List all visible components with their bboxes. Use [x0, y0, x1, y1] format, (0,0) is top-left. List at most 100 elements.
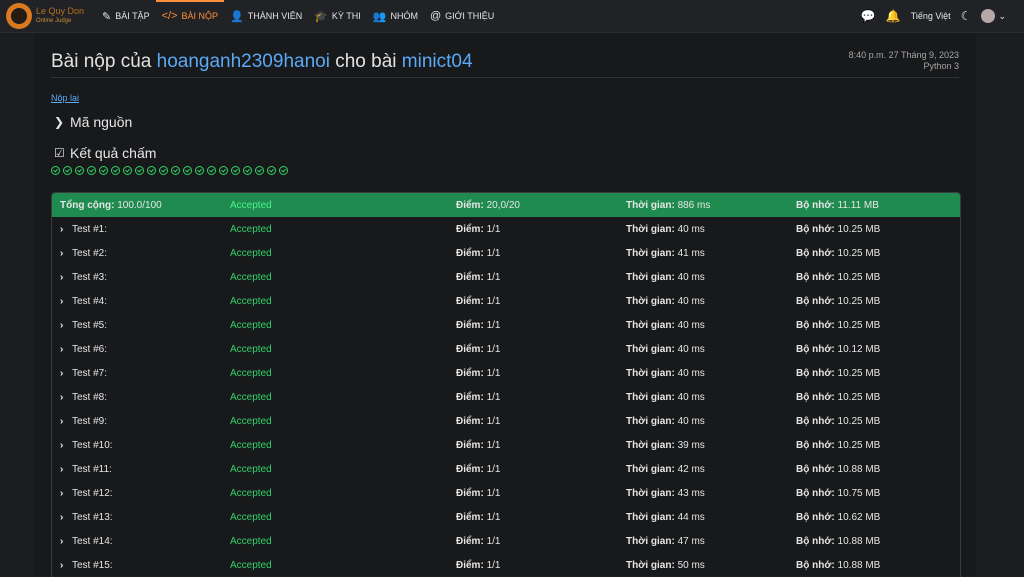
test-name: Test #7: — [72, 367, 108, 379]
test-row[interactable]: › Test #12: Accepted Điểm: 1/1 Thời gian: 43… — [52, 481, 960, 505]
check-circle-icon — [219, 166, 228, 175]
site-logo[interactable]: Le Quy Don Online Judge — [0, 0, 96, 32]
resubmit-link[interactable]: Nộp lại — [51, 93, 79, 103]
test-status: Accepted — [230, 391, 272, 403]
check-circle-icon — [195, 166, 204, 175]
time-label: Thời gian: — [626, 247, 675, 259]
chevron-right-icon: › — [60, 295, 64, 307]
test-row[interactable]: › Test #3: Accepted Điểm: 1/1 Thời gian: 40 … — [52, 265, 960, 289]
test-row[interactable]: › Test #15: Accepted Điểm: 1/1 Thời gian: 50… — [52, 553, 960, 577]
chat-icon[interactable]: 💬 — [861, 9, 876, 23]
check-circle-icon — [135, 166, 144, 175]
test-row[interactable]: › Test #14: Accepted Điểm: 1/1 Thời gian: 47… — [52, 529, 960, 553]
test-row[interactable]: › Test #9: Accepted Điểm: 1/1 Thời gian: 40 … — [52, 409, 960, 433]
summary-points-label: Điểm: — [456, 199, 484, 211]
summary-time-label: Thời gian: — [626, 199, 675, 211]
time-label: Thời gian: — [626, 559, 675, 571]
test-points: 1/1 — [486, 535, 501, 547]
test-status: Accepted — [230, 223, 272, 235]
chevron-right-icon: › — [60, 487, 64, 499]
test-row[interactable]: › Test #2: Accepted Điểm: 1/1 Thời gian: 41 … — [52, 241, 960, 265]
nav-item-4[interactable]: 🎓 KỲ THI — [308, 0, 367, 32]
test-time: 40 ms — [677, 343, 705, 355]
memory-label: Bộ nhớ: — [796, 511, 835, 523]
summary-time: 886 ms — [677, 199, 711, 211]
points-label: Điểm: — [456, 487, 484, 499]
check-circle-icon — [183, 166, 192, 175]
logo-subtitle: Online Judge — [36, 18, 72, 24]
summary-memory: 11.11 MB — [837, 199, 879, 211]
top-navbar: Le Quy Don Online Judge ✎ BÀI TẬP </> BÀI N… — [0, 0, 1024, 33]
time-label: Thời gian: — [626, 223, 675, 235]
user-icon: 👤 — [230, 10, 244, 23]
memory-label: Bộ nhớ: — [796, 295, 835, 307]
time-label: Thời gian: — [626, 319, 675, 331]
time-label: Thời gian: — [626, 463, 675, 475]
user-menu[interactable]: ⌄ — [981, 9, 1006, 23]
test-name: Test #15: — [72, 559, 113, 571]
memory-label: Bộ nhớ: — [796, 439, 835, 451]
test-row[interactable]: › Test #1: Accepted Điểm: 1/1 Thời gian: 40 … — [52, 217, 960, 241]
bell-icon[interactable]: 🔔 — [886, 9, 901, 23]
test-row[interactable]: › Test #7: Accepted Điểm: 1/1 Thời gian: 40 … — [52, 361, 960, 385]
memory-label: Bộ nhớ: — [796, 223, 835, 235]
check-circle-icon — [159, 166, 168, 175]
test-memory: 10.88 MB — [837, 463, 881, 475]
nav-item-5[interactable]: 👥 NHÓM — [367, 0, 424, 32]
test-row[interactable]: › Test #4: Accepted Điểm: 1/1 Thời gian: 40 … — [52, 289, 960, 313]
user-link[interactable]: hoanganh2309hanoi — [157, 51, 330, 72]
test-points: 1/1 — [486, 271, 501, 283]
test-row[interactable]: › Test #11: Accepted Điểm: 1/1 Thời gian: 42… — [52, 457, 960, 481]
test-row[interactable]: › Test #10: Accepted Điểm: 1/1 Thời gian: 39… — [52, 433, 960, 457]
points-label: Điểm: — [456, 391, 484, 403]
test-name: Test #1: — [72, 223, 108, 235]
problem-link[interactable]: minict04 — [402, 51, 473, 72]
checkbox-icon: ☑ — [54, 146, 65, 160]
test-points: 1/1 — [486, 511, 501, 523]
test-memory: 10.25 MB — [837, 247, 881, 259]
memory-label: Bộ nhớ: — [796, 367, 835, 379]
test-row[interactable]: › Test #13: Accepted Điểm: 1/1 Thời gian: 44… — [52, 505, 960, 529]
chevron-right-icon: ❯ — [54, 115, 65, 129]
chevron-right-icon: › — [60, 319, 64, 331]
test-name: Test #5: — [72, 319, 108, 331]
nav-item-3[interactable]: 👤 THÀNH VIÊN — [224, 0, 308, 32]
points-label: Điểm: — [456, 319, 484, 331]
divider — [51, 77, 959, 78]
source-code-toggle[interactable]: ❯ Mã nguồn — [54, 114, 132, 130]
language-selector[interactable]: Tiếng Việt — [911, 11, 951, 21]
moon-icon[interactable]: ☾ — [961, 9, 972, 23]
points-label: Điểm: — [456, 271, 484, 283]
test-time: 40 ms — [677, 223, 705, 235]
nav-item-label: BÀI TẬP — [115, 11, 150, 21]
test-status: Accepted — [230, 463, 272, 475]
memory-label: Bộ nhớ: — [796, 319, 835, 331]
chevron-right-icon: › — [60, 559, 64, 571]
summary-score: 100.0/100 — [117, 199, 162, 211]
logo-title: Le Quy Don — [36, 6, 85, 16]
test-memory: 10.25 MB — [837, 391, 881, 403]
summary-mem-label: Bộ nhớ: — [796, 199, 835, 211]
test-name: Test #3: — [72, 271, 108, 283]
nav-item-1[interactable]: ✎ BÀI TẬP — [96, 0, 156, 32]
test-row[interactable]: › Test #8: Accepted Điểm: 1/1 Thời gian: 40 … — [52, 385, 960, 409]
check-circle-icon — [207, 166, 216, 175]
pencil-icon: ✎ — [102, 10, 112, 23]
check-circle-icon — [123, 166, 132, 175]
points-label: Điểm: — [456, 343, 484, 355]
nav-item-6[interactable]: @ GIỚI THIỆU — [424, 0, 500, 32]
results-label: Kết quả chấm — [70, 145, 157, 161]
test-row[interactable]: › Test #6: Accepted Điểm: 1/1 Thời gian: 40 … — [52, 337, 960, 361]
nav-item-label: NHÓM — [390, 11, 418, 21]
check-circle-icon — [51, 166, 60, 175]
points-label: Điểm: — [456, 439, 484, 451]
test-memory: 10.75 MB — [837, 487, 881, 499]
test-time: 40 ms — [677, 319, 705, 331]
submission-meta: 8:40 p.m. 27 Tháng 9, 2023 Python 3 — [849, 50, 959, 72]
test-status: Accepted — [230, 247, 272, 259]
test-memory: 10.25 MB — [837, 415, 881, 427]
memory-label: Bộ nhớ: — [796, 343, 835, 355]
test-status: Accepted — [230, 367, 272, 379]
nav-item-2[interactable]: </> BÀI NỘP — [155, 0, 225, 32]
test-row[interactable]: › Test #5: Accepted Điểm: 1/1 Thời gian: 40 … — [52, 313, 960, 337]
